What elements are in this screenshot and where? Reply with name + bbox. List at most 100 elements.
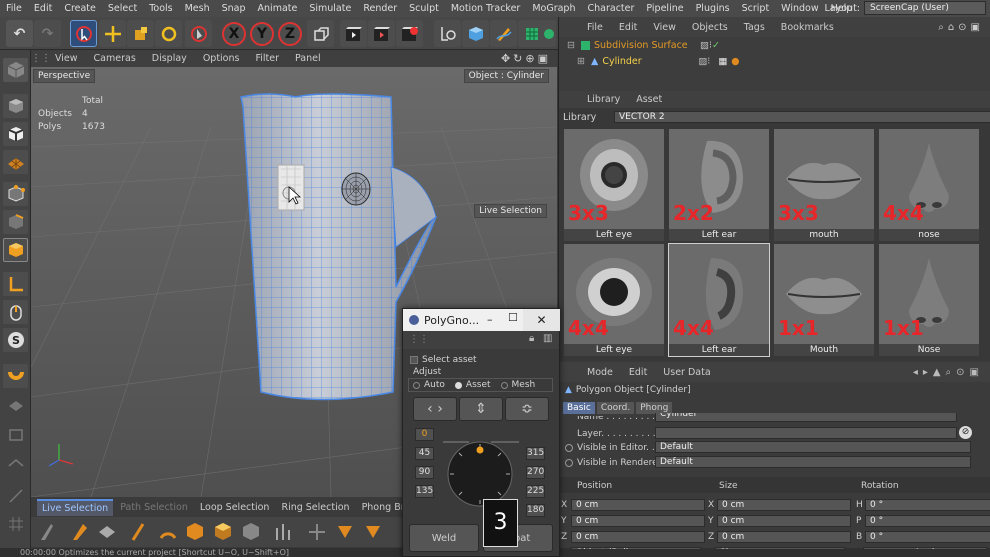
coord-pos-field[interactable]: 0 cm — [571, 499, 705, 511]
polygnome-titlebar[interactable]: PolyGno... – ☐ ✕ — [403, 309, 560, 331]
am-menu-edit[interactable]: Edit — [621, 367, 655, 378]
coord-pos-field[interactable]: 0 cm — [571, 515, 705, 527]
am-nav-icons[interactable]: ◂▸▲⌕⊙▣ — [913, 367, 990, 378]
phong-tag-icon[interactable]: ● — [731, 56, 739, 67]
tree-row-cylinder[interactable]: ⊞ ▲ Cylinder ▨⁝ ▦ ● — [559, 53, 990, 69]
menu-snap[interactable]: Snap — [216, 3, 252, 14]
visibility-toggle-icon[interactable]: ▨⁝ — [698, 56, 710, 67]
menu-render[interactable]: Render — [357, 3, 403, 14]
coord-size-field[interactable]: 0 cm — [717, 515, 851, 527]
texture-mode-icon[interactable] — [3, 122, 28, 146]
workplane-icon[interactable] — [3, 394, 28, 418]
om-menu-edit[interactable]: Edit — [611, 22, 645, 33]
workplane-mode-icon[interactable] — [3, 150, 28, 174]
menu-character[interactable]: Character — [581, 3, 640, 14]
asset-tile-nose[interactable]: 1x1 Nose — [879, 244, 979, 356]
layout-icon[interactable]: ▥ — [543, 333, 552, 344]
attr-vis-render-select[interactable]: Default — [655, 456, 971, 468]
select-asset-checkbox[interactable] — [410, 356, 418, 364]
am-menu-mode[interactable]: Mode — [579, 367, 621, 378]
menu-select[interactable]: Select — [102, 3, 143, 14]
angle-270[interactable]: 270 — [526, 466, 545, 479]
menu-tools[interactable]: Tools — [143, 3, 178, 14]
edges-mode-icon[interactable] — [3, 210, 28, 234]
menu-simulate[interactable]: Simulate — [303, 3, 357, 14]
viewport-nav-icons[interactable]: ✥↻⊕▣ — [501, 52, 557, 65]
asset-tile-nose[interactable]: 4x4 nose — [879, 129, 979, 241]
texture-tag-icon[interactable]: ▦ — [718, 56, 727, 67]
tree-expand-icon[interactable]: ⊟ — [567, 40, 577, 51]
asset-tile-left-eye[interactable]: 3x3 Left eye — [564, 129, 664, 241]
size-mode-select[interactable]: Size — [715, 547, 845, 550]
cube-object-icon[interactable] — [462, 20, 489, 47]
coordinate-system-icon[interactable] — [307, 20, 334, 47]
tree-expand-icon[interactable]: ⊞ — [577, 56, 587, 67]
om-menu-objects[interactable]: Objects — [684, 22, 736, 33]
tab-asset[interactable]: Asset — [628, 94, 670, 105]
menu-edit[interactable]: Edit — [28, 3, 58, 14]
asset-tile-mouth[interactable]: 3x3 mouth — [774, 129, 874, 241]
angle-135[interactable]: 135 — [415, 485, 434, 498]
menu-sculpt[interactable]: Sculpt — [403, 3, 445, 14]
x-axis-lock-icon[interactable]: X — [222, 22, 246, 46]
planar-workplane-icon[interactable] — [3, 450, 28, 474]
am-menu-userdata[interactable]: User Data — [655, 367, 718, 378]
flip-horizontal-button[interactable]: ‹ › — [413, 397, 457, 421]
attr-tab-basic[interactable]: Basic — [563, 402, 595, 414]
live-selection-icon[interactable] — [185, 20, 212, 47]
radio-mesh[interactable] — [500, 381, 508, 389]
tab-ring-selection[interactable]: Ring Selection — [276, 500, 354, 515]
om-search-icon[interactable]: ⌕⌂⊙▣ — [938, 22, 990, 33]
object-name-subdivision[interactable]: Subdivision Surface — [594, 40, 694, 51]
magnet-icon[interactable] — [3, 364, 28, 388]
y-axis-lock-icon[interactable]: Y — [250, 22, 274, 46]
viewport-menu-display[interactable]: Display — [144, 53, 195, 64]
weld-button[interactable]: Weld — [409, 524, 479, 552]
coord-size-field[interactable]: 0 cm — [717, 531, 851, 543]
quantize-icon[interactable] — [3, 484, 28, 508]
null-object-icon[interactable] — [434, 20, 461, 47]
menu-mesh[interactable]: Mesh — [179, 3, 216, 14]
radio-auto[interactable] — [413, 381, 420, 389]
coord-rot-field[interactable]: 0 ° — [865, 515, 990, 527]
coord-rot-field[interactable]: 0 ° — [865, 499, 990, 511]
menu-mograph[interactable]: MoGraph — [526, 3, 581, 14]
animate-param-icon[interactable] — [565, 459, 573, 467]
locked-workplane-icon[interactable] — [3, 422, 28, 446]
selection-tool-icon[interactable] — [70, 20, 97, 47]
tab-library[interactable]: Library — [579, 94, 628, 105]
lock-icon[interactable]: 🔒︎ — [529, 333, 534, 344]
om-menu-tags[interactable]: Tags — [736, 22, 773, 33]
coord-size-field[interactable]: 0 cm — [717, 499, 851, 511]
redo-icon[interactable]: ↷ — [34, 20, 61, 47]
coord-rot-field[interactable]: 0 ° — [865, 531, 990, 543]
tab-live-selection[interactable]: Live Selection — [37, 498, 114, 516]
angle-90[interactable]: 90 — [415, 466, 434, 479]
undo-icon[interactable]: ↶ — [6, 20, 33, 47]
attr-tab-coord[interactable]: Coord. — [596, 402, 635, 414]
viewport-menu-view[interactable]: View — [47, 53, 86, 64]
om-menu-file[interactable]: File — [579, 22, 611, 33]
angle-180[interactable]: 180 — [526, 504, 545, 517]
animate-param-icon[interactable] — [565, 444, 573, 452]
pen-spline-icon[interactable] — [490, 20, 517, 47]
enabled-check-icon[interactable]: ✓ — [712, 40, 720, 51]
model-mode-icon[interactable] — [3, 94, 28, 118]
tab-path-selection[interactable]: Path Selection — [115, 500, 193, 515]
array-icon[interactable] — [542, 20, 556, 47]
menu-animate[interactable]: Animate — [252, 3, 304, 14]
angle-225[interactable]: 225 — [526, 485, 545, 498]
grid-icon[interactable] — [3, 512, 28, 536]
library-select[interactable]: VECTOR 2 — [614, 111, 990, 123]
subdivision-surface-icon[interactable] — [518, 20, 545, 47]
mesh-tool-icons[interactable] — [37, 520, 397, 544]
viewport-menu-options[interactable]: Options — [195, 53, 248, 64]
scale-tool-icon[interactable] — [127, 20, 154, 47]
close-icon[interactable]: ✕ — [523, 309, 560, 331]
asset-tile-mouth[interactable]: 1x1 Mouth — [774, 244, 874, 356]
angle-315[interactable]: 315 — [526, 447, 545, 460]
move-tool-icon[interactable] — [99, 20, 126, 47]
om-menu-view[interactable]: View — [645, 22, 684, 33]
menu-script[interactable]: Script — [736, 3, 776, 14]
radio-asset[interactable] — [454, 381, 462, 389]
